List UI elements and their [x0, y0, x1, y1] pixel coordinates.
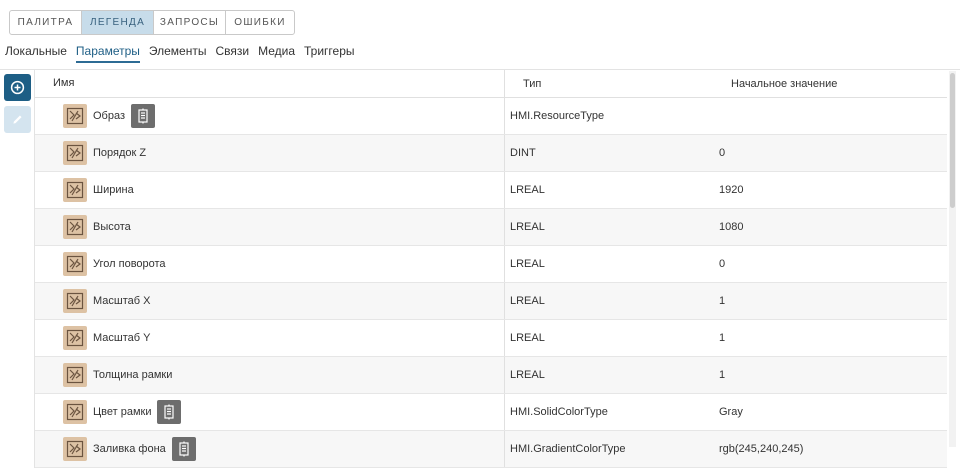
cell-initial-value[interactable]: rgb(245,240,245)	[710, 443, 947, 455]
table-row[interactable]: Высота LREAL 1080	[35, 209, 947, 246]
tab-legend[interactable]: ЛЕГЕНДА	[82, 11, 154, 34]
tab-queries[interactable]: ЗАПРОСЫ	[154, 11, 226, 34]
table-row[interactable]: Толщина рамки LREAL 1	[35, 357, 947, 394]
cell-name: Высота	[35, 209, 505, 245]
parameter-icon	[63, 252, 87, 276]
cell-type: HMI.ResourceType	[510, 110, 605, 122]
cell-type: HMI.GradientColorType	[510, 443, 626, 455]
table-row[interactable]: Заливка фона HMI.GradientColorType rgb(245…	[35, 431, 947, 468]
document-icon	[138, 108, 148, 124]
cell-initial-value[interactable]: 0	[710, 258, 947, 270]
cell-type: LREAL	[510, 258, 545, 270]
cell-name: Цвет рамки	[35, 394, 505, 430]
document-icon	[179, 441, 189, 457]
subtab-links[interactable]: Связи	[215, 44, 249, 63]
parameter-name: Образ	[93, 110, 126, 122]
subtab-locals[interactable]: Локальные	[5, 44, 67, 63]
cell-name: Образ	[35, 98, 505, 134]
subtab-triggers[interactable]: Триггеры	[304, 44, 355, 63]
document-icon	[164, 404, 175, 420]
cell-type: LREAL	[510, 221, 545, 233]
parameter-icon	[63, 400, 87, 424]
parameter-icon	[63, 437, 87, 461]
cell-name: Угол поворота	[35, 246, 505, 282]
cell-type: HMI.SolidColorType	[510, 406, 608, 418]
cell-type: LREAL	[510, 332, 545, 344]
parameter-icon	[63, 289, 87, 313]
table-body: Образ HMI.ResourceType Порядок Z DINT 0 Ширин…	[35, 98, 947, 468]
parameter-name: Заливка фона	[93, 443, 166, 455]
cell-initial-value[interactable]: 1	[710, 369, 947, 381]
parameter-name: Порядок Z	[93, 147, 147, 159]
parameter-details-button[interactable]	[171, 437, 196, 461]
cell-name: Заливка фона	[35, 431, 505, 467]
parameter-icon	[63, 215, 87, 239]
plus-circle-icon	[10, 80, 25, 95]
cell-name: Масштаб Y	[35, 320, 505, 356]
cell-initial-value[interactable]: Gray	[710, 406, 947, 418]
table-row[interactable]: Цвет рамки HMI.SolidColorType Gray	[35, 394, 947, 431]
column-header-name[interactable]: Имя	[35, 70, 505, 97]
tab-errors[interactable]: ОШИБКИ	[226, 11, 294, 34]
parameter-name: Масштаб X	[93, 295, 151, 307]
parameter-name: Угол поворота	[93, 258, 166, 270]
legend-subtabs: Локальные Параметры Элементы Связи Медиа…	[5, 44, 364, 63]
cell-type: DINT	[510, 147, 536, 159]
cell-name: Ширина	[35, 172, 505, 208]
parameters-table: Имя Тип Начальное значение Образ HMI.Reso…	[34, 70, 947, 468]
parameter-name: Ширина	[93, 184, 134, 196]
cell-name: Толщина рамки	[35, 357, 505, 393]
column-header-type[interactable]: Тип	[505, 78, 713, 90]
subtab-parameters[interactable]: Параметры	[75, 44, 140, 63]
table-row[interactable]: Порядок Z DINT 0	[35, 135, 947, 172]
table-row[interactable]: Ширина LREAL 1920	[35, 172, 947, 209]
parameter-icon	[63, 326, 87, 350]
parameter-icon	[63, 141, 87, 165]
cell-name: Порядок Z	[35, 135, 505, 171]
table-row[interactable]: Образ HMI.ResourceType	[35, 98, 947, 135]
cell-name: Масштаб X	[35, 283, 505, 319]
parameter-name: Высота	[93, 221, 131, 233]
tab-palette[interactable]: ПАЛИТРА	[10, 11, 82, 34]
parameter-details-button[interactable]	[131, 104, 156, 128]
parameter-icon	[63, 178, 87, 202]
cell-initial-value[interactable]: 1920	[710, 184, 947, 196]
subtab-media[interactable]: Медиа	[258, 44, 295, 63]
cell-type: LREAL	[510, 369, 545, 381]
parameter-name: Толщина рамки	[93, 369, 173, 381]
parameter-name: Масштаб Y	[93, 332, 151, 344]
cell-type: LREAL	[510, 295, 545, 307]
view-tabs: ПАЛИТРА ЛЕГЕНДА ЗАПРОСЫ ОШИБКИ	[9, 10, 295, 35]
cell-initial-value[interactable]: 1080	[710, 221, 947, 233]
parameter-details-button[interactable]	[157, 400, 182, 424]
scrollbar-thumb[interactable]	[950, 73, 955, 208]
cell-type: LREAL	[510, 184, 545, 196]
column-header-initial-value[interactable]: Начальное значение	[713, 78, 947, 90]
parameter-name: Цвет рамки	[93, 406, 152, 418]
cell-initial-value[interactable]: 0	[710, 147, 947, 159]
add-parameter-button[interactable]	[4, 74, 31, 101]
cell-initial-value[interactable]: 1	[710, 332, 947, 344]
parameter-icon	[63, 363, 87, 387]
pencil-icon	[13, 115, 22, 124]
cell-initial-value[interactable]: 1	[710, 295, 947, 307]
parameter-icon	[63, 104, 87, 128]
table-header: Имя Тип Начальное значение	[35, 70, 947, 98]
subtab-elements[interactable]: Элементы	[149, 44, 207, 63]
edit-parameter-button[interactable]	[4, 106, 31, 133]
table-row[interactable]: Угол поворота LREAL 0	[35, 246, 947, 283]
table-row[interactable]: Масштаб X LREAL 1	[35, 283, 947, 320]
table-row[interactable]: Масштаб Y LREAL 1	[35, 320, 947, 357]
